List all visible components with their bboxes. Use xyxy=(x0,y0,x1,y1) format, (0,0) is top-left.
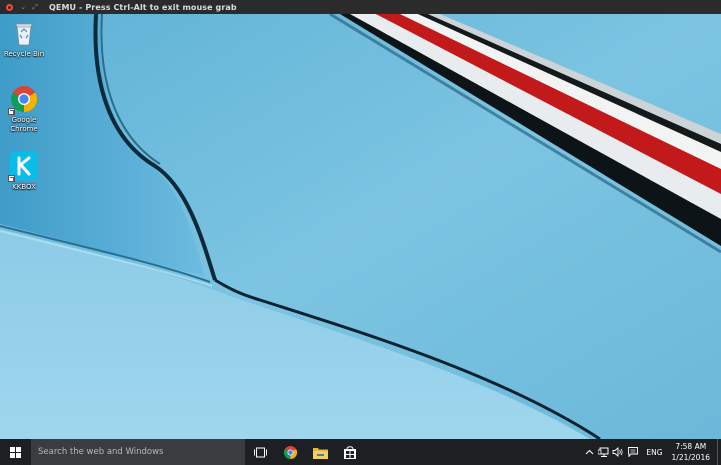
search-box[interactable]: Search the web and Windows xyxy=(31,439,245,465)
title-bar: ⌄ ⤢ QEMU - Press Ctrl-Alt to exit mouse … xyxy=(0,0,721,14)
taskbar-store-button[interactable] xyxy=(335,439,365,465)
start-button[interactable] xyxy=(0,439,31,465)
desktop-icon-recycle-bin[interactable]: Recycle Bin xyxy=(0,18,48,59)
maximize-window-button[interactable]: ⤢ xyxy=(31,3,39,11)
wallpaper xyxy=(0,14,721,439)
speaker-icon xyxy=(612,447,623,457)
notification-icon xyxy=(628,447,639,457)
task-view-button[interactable] xyxy=(245,439,275,465)
clock-time: 7:58 AM xyxy=(675,442,707,451)
shortcut-arrow-icon xyxy=(8,175,15,182)
windows-logo-icon xyxy=(10,446,21,458)
desktop-icon-label: Recycle Bin xyxy=(3,50,45,58)
taskbar-file-explorer-button[interactable] xyxy=(305,439,335,465)
close-window-button[interactable] xyxy=(6,3,13,11)
volume-button[interactable] xyxy=(610,439,624,465)
network-button[interactable] xyxy=(596,439,610,465)
chevron-up-icon xyxy=(585,449,594,455)
folder-icon xyxy=(312,447,328,459)
show-desktop-button[interactable] xyxy=(717,439,721,465)
network-icon xyxy=(597,447,609,457)
search-placeholder: Search the web and Windows xyxy=(38,447,164,457)
qemu-window: ⌄ ⤢ QEMU - Press Ctrl-Alt to exit mouse … xyxy=(0,0,721,465)
shortcut-arrow-icon xyxy=(8,108,15,115)
store-icon xyxy=(344,446,356,459)
desktop-icon-label: Google Chrome xyxy=(10,116,38,133)
desktop-icon-label: KKBOX xyxy=(12,183,36,191)
clock[interactable]: 7:58 AM 1/21/2016 xyxy=(672,441,710,463)
taskbar: Search the web and Windows ENG 7:58 AM 1… xyxy=(0,439,721,465)
system-tray: ENG 7:58 AM 1/21/2016 xyxy=(582,439,721,465)
action-center-button[interactable] xyxy=(626,439,640,465)
show-hidden-icons-button[interactable] xyxy=(582,439,596,465)
recycle-bin-icon xyxy=(9,18,39,48)
chrome-icon xyxy=(8,84,39,115)
clock-date: 1/21/2016 xyxy=(671,453,710,462)
desktop-icon-google-chrome[interactable]: Google Chrome xyxy=(0,84,48,134)
input-language-indicator[interactable]: ENG xyxy=(646,448,662,457)
taskbar-chrome-button[interactable] xyxy=(275,439,305,465)
task-view-icon xyxy=(253,447,267,457)
desktop-icon-kkbox[interactable]: KKBOX xyxy=(0,151,48,192)
minimize-window-button[interactable]: ⌄ xyxy=(19,3,27,11)
chrome-icon xyxy=(283,445,297,459)
window-title: QEMU - Press Ctrl-Alt to exit mouse grab xyxy=(49,2,237,12)
kkbox-icon xyxy=(8,151,39,182)
desktop[interactable]: Recycle Bin Google Chrome KKBOX xyxy=(0,14,721,439)
